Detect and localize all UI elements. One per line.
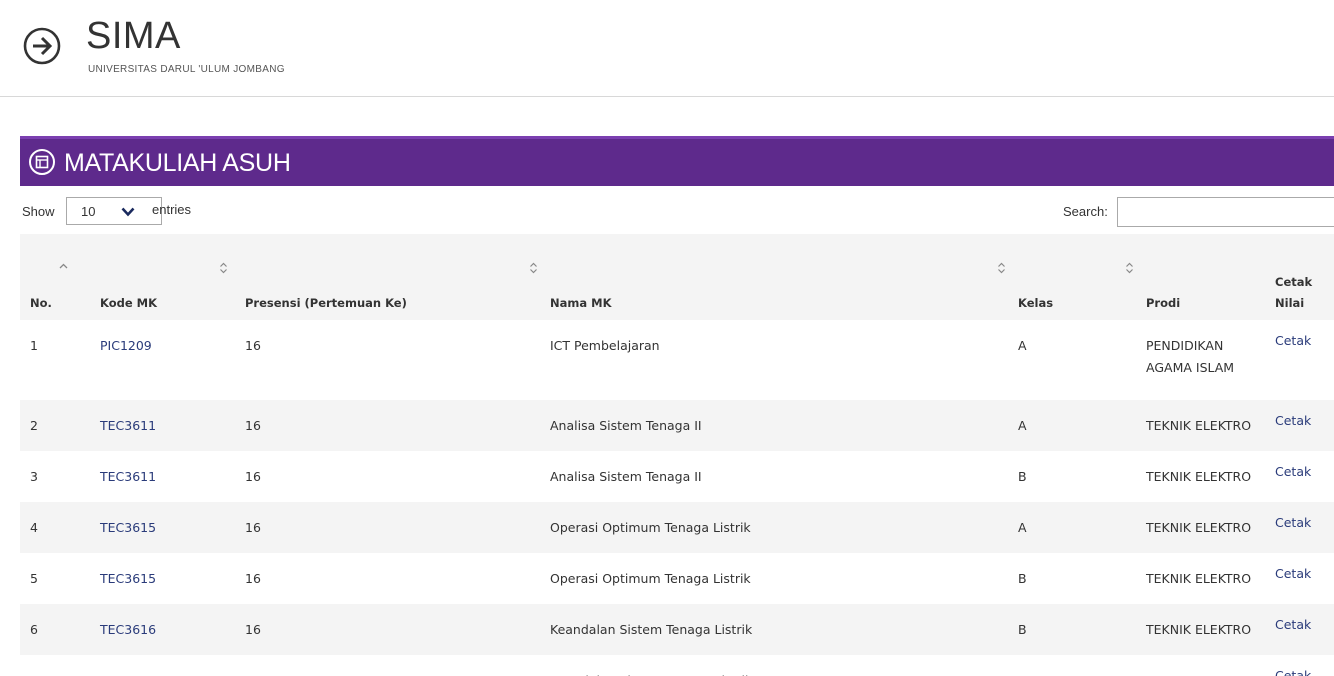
table-header-row: No. Kode MK Presensi (Pertemuan Ke) Nama…	[20, 234, 1334, 320]
cell-presensi: 16	[245, 418, 261, 433]
table-row: 7 TEC3616 14 Keandalan Sistem Tenaga Lis…	[20, 655, 1334, 676]
column-header-label: Prodi	[1146, 296, 1181, 310]
entries-value: 10	[81, 204, 96, 219]
cell-cetak-link[interactable]: Cetak	[1265, 655, 1334, 676]
cell-presensi: 16	[245, 520, 261, 535]
cell-no: 6	[30, 622, 38, 637]
cell-kode-mk[interactable]: TEC3611	[90, 400, 235, 451]
panel-heading: MATAKULIAH ASUH	[20, 136, 1334, 186]
cell-kelas: A	[1018, 338, 1027, 353]
cell-presensi: 16	[245, 571, 261, 586]
cell-nama-mk: Analisa Sistem Tenaga II	[550, 418, 702, 433]
cell-nama-mk: ICT Pembelajaran	[550, 338, 660, 353]
cell-kelas: B	[1018, 469, 1027, 484]
cell-prodi: PENDIDIKAN AGAMA ISLAM	[1146, 338, 1235, 375]
column-header-prodi[interactable]: Prodi	[1136, 234, 1265, 320]
cell-nama-mk: Keandalan Sistem Tenaga Listrik	[550, 622, 753, 637]
entries-label: entries	[152, 202, 192, 217]
cell-kelas: A	[1018, 418, 1027, 433]
cell-kelas: B	[1018, 571, 1027, 586]
table-row: 2 TEC3611 16 Analisa Sistem Tenaga II A …	[20, 400, 1334, 451]
column-header-nama-mk[interactable]: Nama MK	[540, 234, 1008, 320]
show-label: Show	[22, 204, 55, 219]
cell-cetak-link[interactable]: Cetak	[1265, 320, 1334, 400]
column-header-label-top: Cetak	[1275, 275, 1313, 289]
column-header-label: Kode MK	[100, 296, 158, 310]
app-header: SIMA UNIVERSITAS DARUL 'ULUM JOMBANG	[0, 0, 1334, 97]
cell-kode-mk[interactable]: TEC3615	[90, 502, 235, 553]
column-header-label: No.	[30, 296, 52, 310]
panel-title: MATAKULIAH ASUH	[64, 149, 291, 177]
sort-both-icon	[1126, 262, 1133, 274]
cell-nama-mk: Keandalan Sistem Tenaga Listrik	[540, 655, 1008, 676]
app-title: SIMA	[86, 15, 181, 57]
table-row: 6 TEC3616 16 Keandalan Sistem Tenaga Lis…	[20, 604, 1334, 655]
cell-no: 4	[30, 520, 38, 535]
cell-prodi: TEKNIK ELEKTRO	[1146, 571, 1252, 586]
table-body: 1 PIC1209 16 ICT Pembelajaran A PENDIDIK…	[20, 320, 1334, 676]
cell-cetak-link[interactable]: Cetak	[1265, 604, 1334, 655]
cell-nama-mk: Analisa Sistem Tenaga II	[550, 469, 702, 484]
matakuliah-table: No. Kode MK Presensi (Pertemuan Ke) Nama…	[20, 234, 1334, 676]
app-subtitle: UNIVERSITAS DARUL 'ULUM JOMBANG	[88, 64, 285, 75]
cell-no: 7	[20, 655, 90, 676]
cell-kode-mk[interactable]: TEC3616	[90, 604, 235, 655]
cell-nama-mk: Operasi Optimum Tenaga Listrik	[550, 571, 751, 586]
sort-both-icon	[220, 262, 227, 274]
sort-both-icon	[530, 262, 537, 274]
cell-cetak-link[interactable]: Cetak	[1265, 502, 1334, 553]
cell-kelas: B	[1018, 622, 1027, 637]
cell-presensi: 14	[235, 655, 540, 676]
chevron-down-icon	[121, 207, 135, 217]
column-header-kode-mk[interactable]: Kode MK	[90, 234, 235, 320]
cell-presensi: 16	[245, 338, 261, 353]
page: SIMA UNIVERSITAS DARUL 'ULUM JOMBANG MAT…	[0, 0, 1334, 676]
cell-no: 1	[30, 338, 38, 353]
arrow-right-circle-icon[interactable]	[22, 26, 62, 66]
column-header-kelas[interactable]: Kelas	[1008, 234, 1136, 320]
table-row: 4 TEC3615 16 Operasi Optimum Tenaga List…	[20, 502, 1334, 553]
column-header-label: Nama MK	[550, 296, 612, 310]
column-header-cetak-nilai: Cetak Nilai	[1265, 234, 1334, 320]
cell-prodi: TEKNIK ELEKTRO	[1146, 622, 1252, 637]
column-header-presensi[interactable]: Presensi (Pertemuan Ke)	[235, 234, 540, 320]
cell-nama-mk: Operasi Optimum Tenaga Listrik	[550, 520, 751, 535]
table-controls: Show 10 entries Search:	[20, 196, 1334, 228]
column-header-label-bottom: Nilai	[1275, 296, 1305, 310]
cell-kelas: A	[1008, 655, 1136, 676]
search-label: Search:	[1063, 204, 1108, 219]
cell-kode-mk[interactable]: TEC3616	[90, 655, 235, 676]
cell-prodi: TEKNIK ELEKTRO	[1136, 655, 1265, 676]
sort-asc-icon	[59, 263, 68, 269]
cell-cetak-link[interactable]: Cetak	[1265, 553, 1334, 604]
search-input[interactable]	[1117, 197, 1334, 227]
table-row: 5 TEC3615 16 Operasi Optimum Tenaga List…	[20, 553, 1334, 604]
column-header-no[interactable]: No.	[20, 234, 90, 320]
table-wrapper: No. Kode MK Presensi (Pertemuan Ke) Nama…	[20, 234, 1334, 676]
table-row: 3 TEC3611 16 Analisa Sistem Tenaga II B …	[20, 451, 1334, 502]
cell-no: 2	[30, 418, 38, 433]
cell-no: 3	[30, 469, 38, 484]
sort-both-icon	[998, 262, 1005, 274]
column-header-label: Presensi (Pertemuan Ke)	[245, 296, 407, 310]
cell-kelas: A	[1018, 520, 1027, 535]
table-row: 1 PIC1209 16 ICT Pembelajaran A PENDIDIK…	[20, 320, 1334, 400]
entries-select[interactable]: 10	[66, 197, 162, 225]
cell-cetak-link[interactable]: Cetak	[1265, 451, 1334, 502]
cell-kode-mk[interactable]: TEC3615	[90, 553, 235, 604]
cell-presensi: 16	[245, 622, 261, 637]
cell-prodi: TEKNIK ELEKTRO	[1146, 418, 1252, 433]
cell-kode-mk[interactable]: TEC3611	[90, 451, 235, 502]
window-icon	[29, 149, 55, 175]
cell-prodi: TEKNIK ELEKTRO	[1146, 520, 1252, 535]
cell-cetak-link[interactable]: Cetak	[1265, 400, 1334, 451]
cell-kode-mk[interactable]: PIC1209	[90, 320, 235, 400]
cell-prodi: TEKNIK ELEKTRO	[1146, 469, 1252, 484]
cell-no: 5	[30, 571, 38, 586]
cell-presensi: 16	[245, 469, 261, 484]
column-header-label: Kelas	[1018, 296, 1054, 310]
